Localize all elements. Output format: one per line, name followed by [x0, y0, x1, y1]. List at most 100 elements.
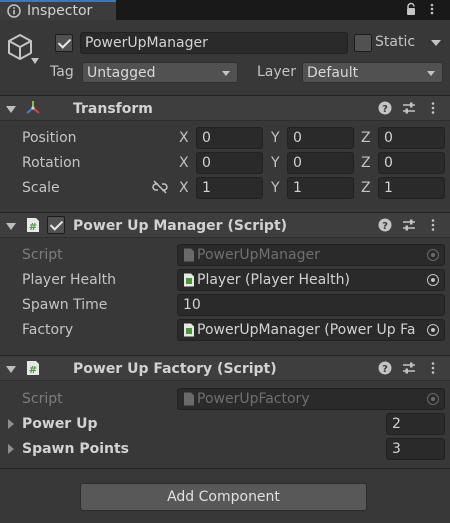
transform-title: Transform [73, 101, 153, 117]
script-value: PowerUpManager [197, 247, 320, 263]
svg-text:?: ? [382, 104, 388, 115]
add-component-button[interactable]: Add Component [80, 483, 367, 511]
lock-icon[interactable] [404, 2, 418, 16]
link-broken-icon[interactable] [151, 180, 169, 194]
axis-z-label[interactable]: Z [361, 129, 371, 147]
chevron-down-icon [222, 71, 230, 76]
tab-title: Inspector [27, 3, 93, 19]
axis-x-label[interactable]: X [179, 129, 189, 147]
info-icon [7, 4, 21, 18]
layer-label: Layer [257, 64, 297, 80]
position-label: Position [22, 130, 77, 146]
player-health-value: Player (Player Health) [197, 272, 350, 288]
object-picker-icon[interactable] [422, 270, 444, 290]
script-label: Script [22, 391, 63, 407]
power-up-manager-title: Power Up Manager (Script) [73, 218, 288, 234]
factory-field[interactable]: PowerUpManager (Power Up Fa [177, 319, 445, 341]
csharp-script-icon [184, 392, 194, 406]
axis-y-label[interactable]: Y [271, 179, 280, 197]
csharp-script-icon [184, 248, 194, 262]
kebab-menu-icon[interactable] [426, 2, 438, 16]
tag-value: Untagged [87, 65, 156, 81]
component-enabled-toggle[interactable] [47, 216, 65, 234]
player-health-field[interactable]: Player (Player Health) [177, 269, 445, 291]
kebab-menu-icon[interactable] [428, 101, 438, 115]
presets-icon[interactable] [402, 361, 416, 375]
help-icon[interactable]: ? [378, 218, 392, 232]
tag-label: Tag [50, 64, 74, 80]
chevron-down-icon[interactable] [31, 58, 39, 64]
static-label: Static [375, 34, 416, 50]
object-picker-icon [422, 389, 444, 409]
csharp-script-icon [184, 273, 194, 287]
factory-label: Factory [22, 322, 74, 338]
cube-icon[interactable] [6, 32, 34, 62]
help-icon[interactable]: ? [378, 101, 392, 115]
script-field: PowerUpFactory [177, 388, 445, 410]
scale-y-field[interactable]: 1 [287, 177, 354, 199]
position-x-field[interactable]: 0 [196, 127, 263, 149]
active-toggle[interactable] [55, 34, 73, 52]
layer-value: Default [307, 65, 359, 81]
axis-y-label[interactable]: Y [271, 154, 280, 172]
scale-z-field[interactable]: 1 [378, 177, 445, 199]
presets-icon[interactable] [402, 218, 416, 232]
static-dropdown-icon[interactable] [431, 40, 441, 46]
spawn-time-field[interactable]: 10 [177, 294, 445, 316]
csharp-script-icon: # [27, 361, 39, 376]
object-picker-icon[interactable] [422, 320, 444, 340]
power-up-factory-title: Power Up Factory (Script) [73, 361, 277, 377]
factory-value: PowerUpManager (Power Up Fa [197, 322, 416, 338]
static-checkbox[interactable] [354, 34, 372, 52]
chevron-down-icon [427, 71, 435, 76]
svg-text:#: # [29, 222, 37, 233]
axis-x-label[interactable]: X [179, 154, 189, 172]
presets-icon[interactable] [402, 101, 416, 115]
axis-z-label[interactable]: Z [361, 179, 371, 197]
svg-text:#: # [29, 365, 37, 376]
spawn-points-size-field[interactable]: 3 [386, 438, 445, 460]
axis-y-label[interactable]: Y [271, 129, 280, 147]
gameobject-name-input[interactable]: PowerUpManager [80, 32, 348, 54]
axis-x-label[interactable]: X [179, 179, 189, 197]
rotation-label: Rotation [22, 155, 81, 171]
transform-header[interactable]: Transform ? [0, 95, 450, 121]
divider [0, 468, 450, 469]
csharp-script-icon: # [27, 218, 39, 233]
kebab-menu-icon[interactable] [428, 218, 438, 232]
rotation-z-field[interactable]: 0 [378, 152, 445, 174]
spawn-points-label[interactable]: Spawn Points [22, 440, 129, 458]
rotation-x-field[interactable]: 0 [196, 152, 263, 174]
tab-bar: Inspector [0, 0, 450, 20]
help-icon[interactable]: ? [378, 361, 392, 375]
tag-dropdown[interactable]: Untagged [82, 62, 238, 83]
svg-text:?: ? [382, 364, 388, 375]
tab-inspector[interactable]: Inspector [0, 0, 116, 20]
transform-axes-icon [26, 101, 40, 114]
svg-text:?: ? [382, 221, 388, 232]
axis-z-label[interactable]: Z [361, 154, 371, 172]
script-value: PowerUpFactory [197, 391, 310, 407]
foldout-arrow-icon[interactable] [6, 223, 16, 230]
power-up-foldout-icon[interactable] [8, 419, 14, 429]
scale-label: Scale [22, 180, 60, 196]
power-up-label[interactable]: Power Up [22, 415, 97, 433]
power-up-factory-header[interactable]: # Power Up Factory (Script) ? [0, 355, 450, 381]
power-up-size-field[interactable]: 2 [386, 413, 445, 435]
player-health-label: Player Health [22, 272, 116, 288]
position-y-field[interactable]: 0 [287, 127, 354, 149]
csharp-script-icon [184, 323, 194, 337]
scale-x-field[interactable]: 1 [196, 177, 263, 199]
object-picker-icon [422, 245, 444, 265]
script-field: PowerUpManager [177, 244, 445, 266]
foldout-arrow-icon[interactable] [6, 366, 16, 373]
script-label: Script [22, 247, 63, 263]
spawn-points-foldout-icon[interactable] [8, 444, 14, 454]
power-up-manager-header[interactable]: # Power Up Manager (Script) ? [0, 212, 450, 238]
spawn-time-label: Spawn Time [22, 297, 108, 313]
position-z-field[interactable]: 0 [378, 127, 445, 149]
foldout-arrow-icon[interactable] [6, 106, 16, 113]
kebab-menu-icon[interactable] [428, 361, 438, 375]
rotation-y-field[interactable]: 0 [287, 152, 354, 174]
layer-dropdown[interactable]: Default [302, 62, 443, 83]
